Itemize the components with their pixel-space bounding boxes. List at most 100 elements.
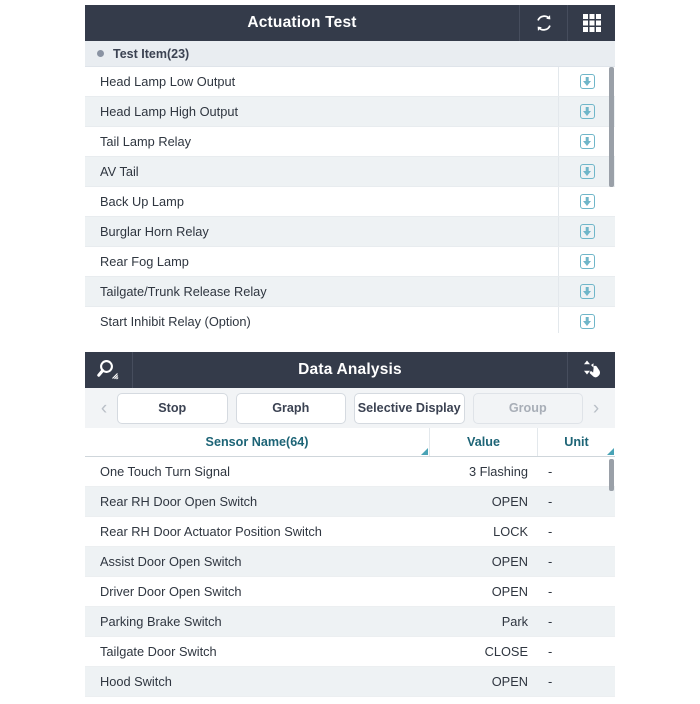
actuation-item-row[interactable]: AV Tail	[85, 157, 615, 187]
sensor-value-cell: LOCK	[430, 524, 538, 539]
column-header-unit[interactable]: Unit	[538, 428, 615, 456]
actuation-item-label: Start Inhibit Relay (Option)	[85, 314, 558, 329]
download-icon	[580, 194, 595, 209]
test-item-subheader: Test Item(23)	[85, 41, 615, 67]
analysis-title-area: Data Analysis	[133, 352, 567, 388]
sensor-data-row[interactable]: Driver Door Open SwitchOPEN-	[85, 577, 615, 607]
sensor-unit-cell: -	[538, 644, 615, 659]
actuation-item-row[interactable]: Head Lamp Low Output	[85, 67, 615, 97]
column-header-value-label: Value	[467, 435, 500, 449]
sensor-list-scrollbar[interactable]	[609, 459, 614, 491]
download-icon	[580, 104, 595, 119]
refresh-button[interactable]	[519, 5, 567, 41]
sensor-name-cell: Parking Brake Switch	[85, 614, 430, 629]
download-icon	[580, 134, 595, 149]
actuation-item-label: Back Up Lamp	[85, 194, 558, 209]
actuation-item-row[interactable]: Tailgate/Trunk Release Relay	[85, 277, 615, 307]
actuation-item-run-button[interactable]	[558, 127, 615, 156]
actuation-item-row[interactable]: Rear Fog Lamp	[85, 247, 615, 277]
actuation-item-run-button[interactable]	[558, 217, 615, 246]
actuation-item-row[interactable]: Tail Lamp Relay	[85, 127, 615, 157]
toolbar-button-stop[interactable]: Stop	[117, 393, 228, 424]
actuation-item-label: AV Tail	[85, 164, 558, 179]
download-icon	[580, 284, 595, 299]
toolbar-button-group: Group	[473, 393, 584, 424]
data-analysis-panel: Data Analysis ‹ Stop GraphSelective Displ…	[85, 352, 615, 701]
sensor-data-row[interactable]: Parking Brake SwitchPark-	[85, 607, 615, 637]
sensor-value-cell: Park	[430, 614, 538, 629]
actuation-item-label: Burglar Horn Relay	[85, 224, 558, 239]
actuation-title-area: Actuation Test	[85, 5, 519, 41]
actuation-item-label: Tail Lamp Relay	[85, 134, 558, 149]
sensor-value-cell: OPEN	[430, 494, 538, 509]
app-root: Actuation Test	[0, 0, 700, 704]
search-icon	[96, 357, 122, 383]
sensor-value-cell: OPEN	[430, 584, 538, 599]
download-icon	[580, 74, 595, 89]
actuation-item-list[interactable]: Head Lamp Low Output Head Lamp High Outpu…	[85, 67, 615, 333]
actuation-title: Actuation Test	[85, 5, 519, 41]
actuation-item-run-button[interactable]	[558, 187, 615, 216]
toolbar-button-selective-display[interactable]: Selective Display	[354, 393, 465, 424]
column-header-sensor-name[interactable]: Sensor Name(64)	[85, 428, 430, 456]
sensor-value-cell: OPEN	[430, 554, 538, 569]
sensor-data-row[interactable]: Rear RH Door Actuator Position SwitchLOC…	[85, 517, 615, 547]
actuation-item-run-button[interactable]	[558, 67, 615, 96]
sensor-data-row[interactable]: Hood SwitchOPEN-	[85, 667, 615, 697]
sensor-unit-cell: -	[538, 524, 615, 539]
toolbar-next-button[interactable]: ›	[583, 399, 609, 418]
toolbar-button-graph[interactable]: Graph	[236, 393, 347, 424]
sensor-data-row[interactable]: One Touch Turn Signal3 Flashing-	[85, 457, 615, 487]
sensor-name-cell: One Touch Turn Signal	[85, 464, 430, 479]
grid-view-button[interactable]	[567, 5, 615, 41]
sensor-value-cell: CLOSE	[430, 644, 538, 659]
actuation-item-run-button[interactable]	[558, 157, 615, 186]
column-header-value[interactable]: Value	[430, 428, 538, 456]
actuation-item-row[interactable]: Start Inhibit Relay (Option)	[85, 307, 615, 333]
toolbar-prev-button[interactable]: ‹	[91, 399, 117, 418]
toolbar-button-group: Stop GraphSelective Display Group	[117, 393, 583, 424]
sensor-data-list[interactable]: One Touch Turn Signal3 Flashing-Rear RH …	[85, 457, 615, 701]
column-header-sensor-name-label: Sensor Name(64)	[206, 435, 309, 449]
actuation-item-label: Rear Fog Lamp	[85, 254, 558, 269]
download-icon	[580, 314, 595, 329]
actuation-item-run-button[interactable]	[558, 97, 615, 126]
sensor-data-row[interactable]: Rear RH Door Open SwitchOPEN-	[85, 487, 615, 517]
analysis-title-bar: Data Analysis	[85, 352, 615, 388]
download-icon	[580, 254, 595, 269]
sensor-unit-cell: -	[538, 464, 615, 479]
drag-move-button[interactable]	[567, 352, 615, 388]
sensor-name-cell: Tailgate Door Switch	[85, 644, 430, 659]
actuation-item-run-button[interactable]	[558, 277, 615, 306]
actuation-item-label: Head Lamp Low Output	[85, 74, 558, 89]
actuation-item-run-button[interactable]	[558, 247, 615, 276]
actuation-item-label: Tailgate/Trunk Release Relay	[85, 284, 558, 299]
test-item-count-label: Test Item(23)	[113, 47, 189, 61]
sensor-data-row[interactable]: Assist Door Open SwitchOPEN-	[85, 547, 615, 577]
sensor-value-cell: OPEN	[430, 674, 538, 689]
column-resize-handle-name[interactable]	[421, 448, 428, 455]
actuation-item-run-button[interactable]	[558, 307, 615, 333]
actuation-test-panel: Actuation Test	[85, 5, 615, 333]
actuation-title-bar: Actuation Test	[85, 5, 615, 41]
sensor-name-cell: Driver Door Open Switch	[85, 584, 430, 599]
actuation-list-scrollbar[interactable]	[609, 67, 614, 187]
actuation-item-row[interactable]: Back Up Lamp	[85, 187, 615, 217]
refresh-icon	[533, 12, 555, 34]
sensor-unit-cell: -	[538, 494, 615, 509]
analysis-title: Data Analysis	[133, 352, 567, 388]
sensor-unit-cell: -	[538, 674, 615, 689]
sensor-name-cell: Rear RH Door Actuator Position Switch	[85, 524, 430, 539]
sensor-data-row[interactable]: Tailgate Door SwitchCLOSE-	[85, 637, 615, 667]
download-icon	[580, 164, 595, 179]
actuation-item-row[interactable]: Burglar Horn Relay	[85, 217, 615, 247]
actuation-item-row[interactable]: Head Lamp High Output	[85, 97, 615, 127]
search-button[interactable]	[85, 352, 133, 388]
bullet-icon	[97, 50, 104, 57]
sensor-table-header: Sensor Name(64) Value Unit	[85, 428, 615, 457]
sensor-name-cell: Hood Switch	[85, 674, 430, 689]
column-resize-handle-unit[interactable]	[607, 448, 614, 455]
sensor-unit-cell: -	[538, 614, 615, 629]
grid-icon	[582, 13, 602, 33]
column-header-unit-label: Unit	[564, 435, 588, 449]
